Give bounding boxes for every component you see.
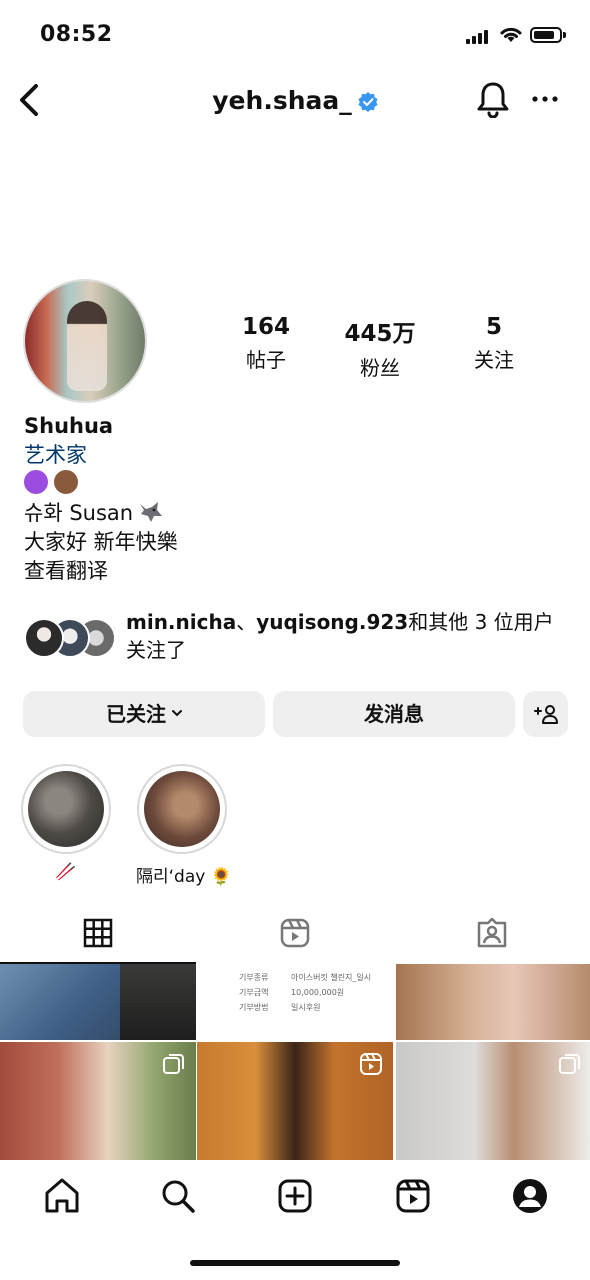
search-icon[interactable] xyxy=(158,1176,198,1216)
doc-row: 기부방법 일시후원 xyxy=(239,1002,393,1017)
profile-name: Shuhua xyxy=(24,414,114,438)
home-icon[interactable] xyxy=(42,1176,82,1216)
grid-icon xyxy=(83,918,113,948)
highlight-cover xyxy=(144,771,220,847)
signal-icon xyxy=(466,30,492,44)
tab-tagged[interactable] xyxy=(394,908,590,964)
stat-following[interactable]: 5 关注 xyxy=(424,314,564,373)
highlight-ring xyxy=(137,764,227,854)
status-bar: 08:52 xyxy=(0,0,590,64)
bio-line: 슈화 Susan xyxy=(24,499,564,528)
highlight-ring xyxy=(21,764,111,854)
username: yeh.shaa_ xyxy=(212,86,352,115)
create-icon[interactable] xyxy=(275,1176,315,1216)
add-user-button[interactable] xyxy=(523,691,568,737)
mutual-user[interactable]: yuqisong.923 xyxy=(256,610,408,634)
add-person-icon xyxy=(534,705,558,724)
highlight-item[interactable]: 隔리‘day 🌻 xyxy=(136,764,232,887)
stat-label: 关注 xyxy=(474,348,514,372)
home-indicator xyxy=(190,1260,400,1266)
translate-link[interactable]: 查看翻译 xyxy=(24,557,564,586)
highlight-cover xyxy=(28,771,104,847)
bottom-navigation xyxy=(0,1160,590,1280)
bell-icon[interactable] xyxy=(476,80,510,118)
carousel-icon xyxy=(163,1054,184,1074)
verified-badge-icon xyxy=(358,92,378,112)
post-tile[interactable] xyxy=(396,964,590,1040)
tab-posts[interactable] xyxy=(0,908,196,964)
purple-heart-icon xyxy=(24,470,48,494)
post-tile[interactable]: 기부종류 아이스버킷 챌린지_일시 기부금액 10,000,000원 기부방법 일시후… xyxy=(197,964,393,1040)
highlight-label: 隔리‘day 🌻 xyxy=(136,867,232,887)
battery-level xyxy=(534,31,554,39)
separator: 、 xyxy=(236,610,257,634)
doc-key: 기부방법 xyxy=(239,1003,269,1012)
post-image xyxy=(120,964,196,1040)
profile-tabs xyxy=(0,908,590,964)
battery-icon xyxy=(530,27,566,43)
brown-heart-icon xyxy=(54,470,78,494)
highlight-label: 🥢 xyxy=(55,862,77,882)
doc-key: 기부종류 xyxy=(239,973,269,982)
doc-row: 기부종류 아이스버킷 챌린지_일시 xyxy=(239,972,393,987)
followed-by[interactable]: min.nicha、yuqisong.923和其他 3 位用户关注了 xyxy=(24,608,574,668)
tagged-icon xyxy=(477,918,507,948)
post-tile[interactable] xyxy=(396,1042,590,1160)
profile-actions: 已关注 发消息 xyxy=(23,691,568,737)
post-tile[interactable] xyxy=(197,1042,393,1160)
post-tile[interactable] xyxy=(0,964,196,1040)
profile-avatar[interactable] xyxy=(23,279,147,403)
wifi-icon xyxy=(500,27,522,42)
stat-value: 5 xyxy=(485,314,502,340)
mutual-user[interactable]: min.nicha xyxy=(126,610,236,634)
following-button[interactable]: 已关注 xyxy=(23,691,265,737)
profile-bio: Shuhua 艺术家 슈화 Susan 大家好 新年快樂 查看翻译 xyxy=(24,412,564,586)
doc-row: 기부금액 10,000,000원 xyxy=(239,987,393,1002)
followed-by-text: min.nicha、yuqisong.923和其他 3 位用户关注了 xyxy=(126,608,572,664)
message-label: 发消息 xyxy=(364,702,424,726)
profile-icon[interactable] xyxy=(510,1176,550,1216)
chevron-down-icon xyxy=(172,710,182,717)
bio-hearts xyxy=(24,470,564,499)
story-highlights: 🥢 隔리‘day 🌻 xyxy=(20,764,580,887)
avatar-figure xyxy=(67,301,107,391)
tab-reels[interactable] xyxy=(197,908,393,964)
reels-icon xyxy=(360,1053,382,1075)
highlight-item[interactable]: 🥢 xyxy=(20,764,112,882)
more-icon[interactable] xyxy=(530,90,560,108)
message-button[interactable]: 发消息 xyxy=(273,691,515,737)
status-time: 08:52 xyxy=(40,22,113,47)
doc-value: 아이스버킷 챌린지_일시 xyxy=(291,973,372,982)
doc-value: 일시후원 xyxy=(291,1003,321,1012)
doc-key: 기부금액 xyxy=(239,988,269,997)
doc-value: 10,000,000원 xyxy=(291,988,345,997)
back-arrow-icon[interactable] xyxy=(16,82,44,118)
post-tile[interactable] xyxy=(0,1042,196,1160)
wolf-icon xyxy=(140,502,163,522)
carousel-icon xyxy=(559,1054,580,1074)
profile-category[interactable]: 艺术家 xyxy=(24,441,564,470)
bio-text: 슈화 Susan xyxy=(24,501,134,525)
mutual-avatars xyxy=(24,618,120,658)
mutual-avatar xyxy=(24,618,64,658)
reels-icon xyxy=(280,918,310,948)
reels-icon[interactable] xyxy=(393,1176,433,1216)
profile-header: yeh.shaa_ xyxy=(0,64,590,138)
following-label: 已关注 xyxy=(106,702,166,726)
bio-text: 大家好 新年快樂 xyxy=(24,530,178,554)
posts-grid: 기부종류 아이스버킷 챌린지_일시 기부금액 10,000,000원 기부방법 일시후… xyxy=(0,964,590,1160)
